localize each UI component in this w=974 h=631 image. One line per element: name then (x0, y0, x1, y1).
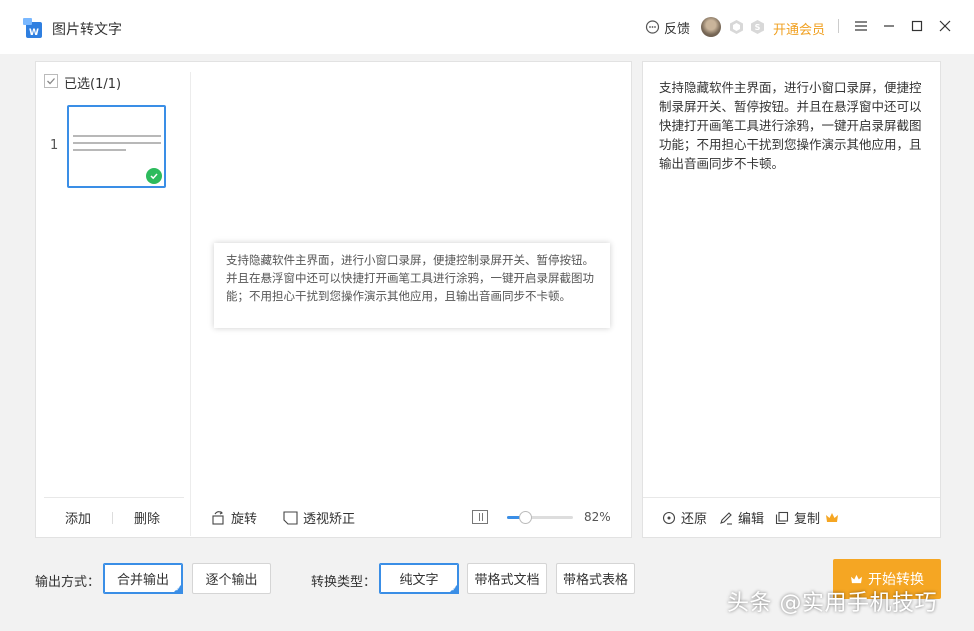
single-output-label: 逐个输出 (205, 573, 258, 588)
feedback-button[interactable]: 反馈 (645, 18, 690, 37)
select-all-checkbox[interactable] (44, 74, 58, 88)
restore-icon (662, 511, 676, 524)
corner-check-icon: ✓ (175, 585, 181, 593)
rotate-icon (212, 511, 224, 525)
merge-output-button[interactable]: 合并输出 ✓ (103, 563, 183, 594)
app-title: 图片转文字 (52, 22, 122, 38)
perspective-label: 透视矫正 (303, 512, 356, 527)
copy-button[interactable]: 复制 (775, 508, 820, 527)
close-button[interactable] (937, 18, 953, 34)
check-icon (47, 78, 55, 85)
formatted-doc-label: 带格式文档 (474, 573, 540, 588)
feedback-label: 反馈 (664, 22, 691, 37)
close-icon (939, 20, 951, 32)
add-button[interactable]: 添加 (65, 508, 91, 527)
restore-label: 还原 (681, 512, 708, 527)
zoom-slider-handle[interactable] (519, 511, 533, 524)
preview-panel: 已选(1/1) 1 添加 删除 支持隐藏软件主界面，进行小窗口录屏，便捷控制录屏… (35, 61, 632, 538)
svip-badge-icon: S (751, 20, 764, 34)
page-thumbnail[interactable] (67, 105, 166, 188)
title-bar: W 图片转文字 反馈 S 开通会员 (0, 0, 974, 54)
single-output-button[interactable]: 逐个输出 (192, 563, 271, 594)
plain-text-button[interactable]: 纯文字 ✓ (379, 563, 459, 594)
formatted-doc-button[interactable]: 带格式文档 (467, 563, 547, 594)
delete-button[interactable]: 删除 (134, 508, 160, 527)
selected-count: 已选(1/1) (64, 77, 122, 92)
rotate-label: 旋转 (231, 512, 258, 527)
copy-icon (775, 511, 789, 524)
page-number: 1 (50, 138, 59, 153)
zoom-level: 82% (584, 510, 611, 524)
title-divider (838, 19, 839, 33)
footer-separator (112, 512, 113, 524)
output-mode-label: 输出方式： (35, 575, 101, 590)
thumbnail-text-lines (73, 135, 161, 156)
selected-check-icon (146, 168, 162, 184)
formatted-table-button[interactable]: 带格式表格 (556, 563, 635, 594)
result-panel: 支持隐藏软件主界面，进行小窗口录屏，便捷控制录屏开关、暂停按钮。并且在悬浮窗中还… (642, 61, 941, 538)
svg-text:S: S (755, 23, 761, 32)
crown-icon (851, 574, 862, 584)
maximize-icon (911, 20, 923, 32)
chat-bubble-icon (645, 20, 660, 34)
merge-output-label: 合并输出 (116, 573, 169, 588)
formatted-table-label: 带格式表格 (562, 573, 628, 588)
edit-label: 编辑 (738, 512, 765, 527)
maximize-button[interactable] (909, 18, 925, 34)
result-footer-line (643, 497, 940, 498)
perspective-button[interactable]: 透视矫正 (283, 508, 355, 527)
convert-type-label: 转换类型： (311, 575, 377, 590)
corner-check-icon: ✓ (451, 585, 457, 593)
result-text[interactable]: 支持隐藏软件主界面，进行小窗口录屏，便捷控制录屏开关、暂停按钮。并且在悬浮窗中还… (659, 78, 929, 173)
avatar[interactable] (701, 17, 721, 37)
watermark: 头条 @实用手机技巧 (727, 591, 937, 616)
crown-icon (826, 513, 838, 522)
plain-text-label: 纯文字 (399, 573, 439, 588)
app-logo-icon: W (23, 18, 42, 38)
minimize-icon (884, 25, 894, 27)
minimize-button[interactable] (881, 18, 897, 34)
fit-screen-icon[interactable] (472, 510, 488, 524)
svg-text:W: W (29, 28, 39, 38)
vip-badge-icon (730, 20, 743, 34)
perspective-icon (283, 510, 298, 525)
thumbnail-divider (190, 72, 191, 536)
restore-button[interactable]: 还原 (662, 508, 707, 527)
member-link[interactable]: 开通会员 (773, 19, 825, 38)
zoom-slider[interactable] (507, 511, 573, 524)
image-preview: 支持隐藏软件主界面，进行小窗口录屏，便捷控制录屏开关、暂停按钮。并且在悬浮窗中还… (214, 243, 610, 328)
rotate-button[interactable]: 旋转 (211, 508, 257, 527)
copy-label: 复制 (794, 512, 821, 527)
menu-button[interactable] (853, 18, 869, 34)
hamburger-icon (855, 21, 867, 31)
pencil-icon (720, 511, 732, 525)
thumbnail-footer-line (44, 497, 184, 498)
edit-button[interactable]: 编辑 (719, 508, 764, 527)
